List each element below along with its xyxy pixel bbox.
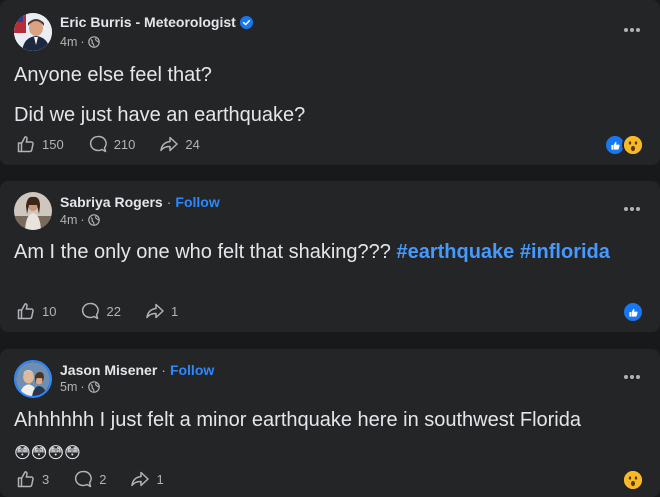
like-count: 150 — [42, 136, 64, 152]
like-count: 3 — [42, 471, 50, 487]
comment-count: 2 — [99, 471, 107, 487]
author-name[interactable]: Jason Misener — [60, 362, 157, 378]
avatar-image — [16, 362, 50, 396]
share-count: 1 — [170, 303, 179, 319]
share-count: 1 — [156, 471, 164, 487]
share-count: 24 — [185, 136, 200, 152]
reaction-summary[interactable] — [622, 469, 644, 491]
hashtag-link[interactable]: #inflorida — [520, 241, 610, 263]
post-meta: 4m · — [60, 35, 100, 49]
post-time[interactable]: 4m — [60, 213, 77, 227]
post-text-line: Did we just have an earthquake? — [14, 104, 306, 126]
share-icon — [131, 471, 150, 487]
post-meta: 5m · — [60, 380, 100, 394]
reaction-summary[interactable] — [622, 301, 644, 323]
like-count: 10 — [42, 303, 57, 319]
reaction-summary[interactable] — [604, 134, 644, 156]
more-options-button[interactable] — [618, 367, 646, 387]
comment-icon — [89, 135, 107, 153]
post-text: Ahhhhhh I just felt a minor earthquake h… — [14, 409, 581, 431]
globe-icon — [87, 214, 100, 226]
comment-button[interactable]: 22 — [80, 301, 121, 321]
author-row: Eric Burris - Meteorologist — [60, 14, 253, 30]
post-body: Am I the only one who felt that shaking?… — [14, 236, 620, 268]
comment-count: 22 — [106, 303, 121, 319]
meta-separator: · — [80, 380, 85, 394]
name-separator: · — [166, 194, 172, 210]
like-button[interactable]: 10 — [16, 301, 56, 321]
like-icon — [17, 303, 34, 320]
post-card: Sabriya Rogers · Follow 4m · Am I the on… — [0, 181, 660, 332]
comment-button[interactable]: 210 — [88, 134, 136, 154]
action-bar: 3 2 1 — [16, 469, 188, 489]
post-text-line: Anyone else feel that? — [14, 64, 212, 86]
follow-button[interactable]: Follow — [170, 362, 214, 378]
comment-button[interactable]: 2 — [73, 469, 106, 489]
avatar[interactable] — [14, 360, 52, 398]
post-meta: 4m · — [60, 213, 100, 227]
author-name[interactable]: Sabriya Rogers — [60, 194, 163, 210]
flushed-face-emoji: 😳😳😳😳 — [14, 443, 81, 462]
share-icon — [160, 136, 179, 152]
globe-icon — [87, 381, 100, 393]
action-bar: 10 22 1 — [16, 301, 202, 321]
hashtag-link[interactable]: #earthquake — [396, 241, 514, 263]
share-button[interactable]: 1 — [130, 469, 164, 489]
comment-icon — [75, 470, 93, 488]
action-bar: 150 210 24 — [16, 134, 224, 154]
avatar-image — [14, 13, 52, 51]
more-options-button[interactable] — [618, 199, 646, 219]
post-body: Ahhhhhh I just felt a minor earthquake h… — [14, 404, 590, 469]
wow-icon — [622, 134, 644, 156]
avatar-image — [14, 192, 52, 230]
globe-icon — [87, 36, 100, 48]
like-icon — [622, 301, 644, 323]
like-icon — [17, 136, 34, 153]
post-text: Am I the only one who felt that shaking?… — [14, 241, 391, 263]
meta-separator: · — [80, 213, 85, 227]
name-separator: · — [161, 362, 166, 378]
post-card: Jason Misener · Follow 5m · Ahhhhhh I ju… — [0, 349, 660, 497]
like-icon — [17, 471, 34, 488]
post-body: Anyone else feel that? Did we just have … — [14, 59, 620, 131]
post-time[interactable]: 5m — [60, 380, 77, 394]
comment-icon — [82, 302, 100, 320]
verified-badge-icon — [239, 15, 253, 29]
post-time[interactable]: 4m — [60, 35, 77, 49]
avatar[interactable] — [14, 192, 52, 230]
wow-icon — [622, 469, 644, 491]
like-button[interactable]: 150 — [16, 134, 64, 154]
author-row: Sabriya Rogers · Follow — [60, 194, 220, 210]
more-options-button[interactable] — [618, 20, 646, 40]
share-icon — [146, 303, 164, 319]
author-name[interactable]: Eric Burris - Meteorologist — [60, 14, 236, 30]
comment-count: 210 — [113, 136, 136, 152]
follow-button[interactable]: Follow — [175, 194, 219, 210]
like-button[interactable]: 3 — [16, 469, 49, 489]
avatar[interactable] — [14, 13, 52, 51]
meta-separator: · — [80, 35, 85, 49]
post-card: Eric Burris - Meteorologist 4m · Anyone … — [0, 0, 660, 165]
author-row: Jason Misener · Follow — [60, 362, 214, 378]
share-button[interactable]: 1 — [145, 301, 178, 321]
share-button[interactable]: 24 — [159, 134, 200, 154]
